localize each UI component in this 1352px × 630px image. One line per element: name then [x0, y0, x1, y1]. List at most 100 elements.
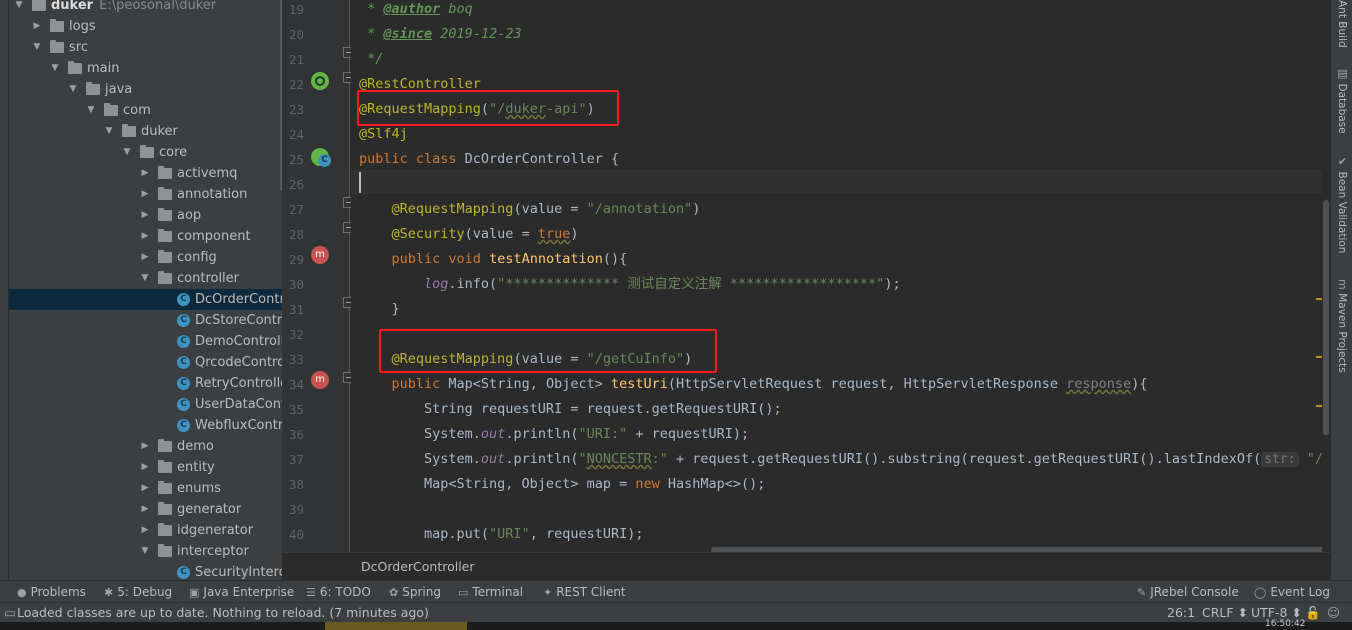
- code-line[interactable]: */: [359, 47, 383, 72]
- tree-folder-item[interactable]: ▶ component: [9, 226, 282, 247]
- code-line[interactable]: map.put("URI", requestURI);: [359, 522, 643, 547]
- code-line[interactable]: @RequestMapping(value = "/getCuInfo"): [359, 347, 693, 372]
- tool-window-terminal[interactable]: ▭ Terminal: [458, 581, 523, 603]
- tree-folder-item[interactable]: ▶ aop: [9, 205, 282, 226]
- expand-arrow-right-icon[interactable]: ▶: [139, 226, 151, 247]
- tree-class-item[interactable]: C RetryController: [9, 373, 282, 394]
- code-line[interactable]: public Map<String, Object> testUri(HttpS…: [359, 372, 1148, 397]
- tree-folder-item[interactable]: ▼ com: [9, 100, 282, 121]
- expand-arrow-right-icon[interactable]: ▶: [139, 520, 151, 541]
- expand-arrow-right-icon[interactable]: ▶: [139, 478, 151, 499]
- tree-class-item[interactable]: C UserDataContro: [9, 394, 282, 415]
- scrollbar-thumb[interactable]: [1323, 200, 1329, 435]
- lock-icon[interactable]: 🔓: [1305, 603, 1321, 623]
- right-tab-ant-build[interactable]: Ant Build: [1331, 0, 1352, 48]
- breadcrumb[interactable]: DcOrderController: [282, 552, 1330, 580]
- expand-arrow-right-icon[interactable]: ▶: [139, 184, 151, 205]
- code-line[interactable]: System.out.println("NONCESTR:" + request…: [359, 447, 1322, 472]
- event-log-icon: ◯: [1254, 586, 1267, 599]
- expand-arrow-down-icon[interactable]: ▼: [31, 37, 43, 58]
- code-line[interactable]: @RestController: [359, 72, 481, 97]
- tool-window-rest-client[interactable]: ✦ REST Client: [543, 581, 626, 603]
- tree-folder-item[interactable]: ▶ idgenerator: [9, 520, 282, 541]
- expand-arrow-down-icon[interactable]: ▼: [103, 121, 115, 142]
- tree-class-item[interactable]: C SecurityIntercep: [9, 562, 282, 580]
- tree-folder-item[interactable]: ▶ enums: [9, 478, 282, 499]
- code-line[interactable]: * @author boq: [359, 0, 473, 22]
- tool-window-java-enterprise[interactable]: ▣ Java Enterprise: [189, 581, 294, 603]
- tree-folder-item[interactable]: ▼ duker: [9, 121, 282, 142]
- tree-folder-item[interactable]: ▶ annotation: [9, 184, 282, 205]
- code-line[interactable]: log.info("************** 测试自定义注解 *******…: [359, 272, 901, 297]
- tool-window-6-todo[interactable]: ☰ 6: TODO: [306, 581, 371, 603]
- caret-position[interactable]: 26:1: [1167, 603, 1195, 623]
- tree-folder-item[interactable]: ▶ activemq: [9, 163, 282, 184]
- code-line[interactable]: Map<String, Object> map = new HashMap<>(…: [359, 472, 765, 497]
- expand-arrow-down-icon[interactable]: ▼: [139, 268, 151, 289]
- code-line[interactable]: String requestURI = request.getRequestUR…: [359, 397, 782, 422]
- project-tree-panel[interactable]: ▼ duker E:\peosonal\duker ▶ logs ▼ src ▼ main ▼ ja…: [9, 0, 282, 580]
- tree-class-item[interactable]: C DemoController: [9, 331, 282, 352]
- code-line[interactable]: * @since 2019-12-23: [359, 22, 521, 47]
- rest-client-icon: ✦: [543, 586, 553, 599]
- tool-window-spring[interactable]: ✿ Spring: [389, 581, 441, 603]
- tree-class-item[interactable]: C QrcodeControll: [9, 352, 282, 373]
- expand-arrow-right-icon[interactable]: ▶: [139, 205, 151, 226]
- tree-folder-item[interactable]: ▼ main: [9, 58, 282, 79]
- code-line[interactable]: @RequestMapping("/duker-api"): [359, 97, 595, 122]
- tree-class-item[interactable]: C DcOrderContro: [9, 289, 282, 310]
- expand-arrow-down-icon[interactable]: ▼: [67, 79, 79, 100]
- status-message: Loaded classes are up to date. Nothing t…: [17, 605, 429, 620]
- expand-arrow-right-icon[interactable]: ▶: [139, 499, 151, 520]
- tree-folder-item[interactable]: ▶ demo: [9, 436, 282, 457]
- tool-window-problems[interactable]: ● Problems: [17, 581, 86, 603]
- code-line[interactable]: @RequestMapping(value = "/annotation"): [359, 197, 701, 222]
- tree-folder-item[interactable]: ▶ entity: [9, 457, 282, 478]
- expand-arrow-down-icon[interactable]: ▼: [13, 0, 25, 16]
- taskbar-active-app[interactable]: [325, 622, 467, 630]
- line-separator[interactable]: CRLF ⬍: [1202, 603, 1248, 623]
- right-tab-bean-validation[interactable]: ✔ Bean Validation: [1331, 155, 1352, 253]
- tree-folder-item[interactable]: ▶ config: [9, 247, 282, 268]
- tool-window-event-log[interactable]: ◯ Event Log: [1254, 581, 1330, 603]
- expand-arrow-down-icon[interactable]: ▼: [121, 142, 133, 163]
- expand-arrow-right-icon[interactable]: ▶: [139, 436, 151, 457]
- spring-bean-icon[interactable]: [311, 72, 329, 90]
- right-tab-database[interactable]: ▤ Database: [1331, 67, 1352, 134]
- tree-folder-item[interactable]: ▼ controller: [9, 268, 282, 289]
- tree-class-item[interactable]: C DcStoreControl: [9, 310, 282, 331]
- navigate-arrow-icon[interactable]: [306, 262, 324, 280]
- tool-window-jrebel-console[interactable]: ✎ JRebel Console: [1137, 581, 1239, 603]
- editor-vertical-scrollbar[interactable]: [1322, 0, 1330, 552]
- code-line[interactable]: System.out.println("URI:" + requestURI);: [359, 422, 749, 447]
- code-line[interactable]: public void testAnnotation(){: [359, 247, 628, 272]
- code-editor[interactable]: * @author boq * @since 2019-12-23 */@Res…: [351, 0, 1322, 552]
- right-tab-maven-projects[interactable]: m Maven Projects: [1331, 279, 1352, 373]
- tool-window-5-debug[interactable]: ✱ 5: Debug: [104, 581, 172, 603]
- expand-arrow-down-icon[interactable]: ▼: [85, 100, 97, 121]
- tree-folder-item[interactable]: ▼ core: [9, 142, 282, 163]
- expand-arrow-down-icon[interactable]: ▼: [139, 541, 151, 562]
- tree-folder-item[interactable]: ▼ interceptor: [9, 541, 282, 562]
- tree-class-item[interactable]: C WebfluxControl: [9, 415, 282, 436]
- code-line[interactable]: public class DcOrderController {: [359, 147, 619, 172]
- expand-arrow-right-icon[interactable]: ▶: [139, 163, 151, 184]
- expand-arrow-right-icon[interactable]: ▶: [139, 457, 151, 478]
- tree-folder-item[interactable]: ▶ logs: [9, 16, 282, 37]
- tree-folder-item[interactable]: ▼ duker E:\peosonal\duker: [9, 0, 282, 16]
- expand-arrow-right-icon[interactable]: ▶: [31, 16, 43, 37]
- line-number: 37: [288, 452, 304, 467]
- code-line[interactable]: @Slf4j: [359, 122, 408, 147]
- tree-folder-item[interactable]: ▼ java: [9, 79, 282, 100]
- code-line[interactable]: @Security(value = true): [359, 222, 579, 247]
- breadcrumb-class[interactable]: DcOrderController: [361, 559, 475, 574]
- java-enterprise-icon: ▣: [189, 586, 200, 599]
- expand-arrow-down-icon[interactable]: ▼: [49, 58, 61, 79]
- code-line[interactable]: }: [359, 297, 400, 322]
- expand-arrow-right-icon[interactable]: ▶: [139, 247, 151, 268]
- tree-folder-item[interactable]: ▼ src: [9, 37, 282, 58]
- java-class-icon[interactable]: C: [318, 154, 331, 167]
- request-mapping-icon[interactable]: m: [311, 371, 329, 389]
- tree-folder-item[interactable]: ▶ generator: [9, 499, 282, 520]
- inspector-icon[interactable]: ☺: [1327, 603, 1340, 623]
